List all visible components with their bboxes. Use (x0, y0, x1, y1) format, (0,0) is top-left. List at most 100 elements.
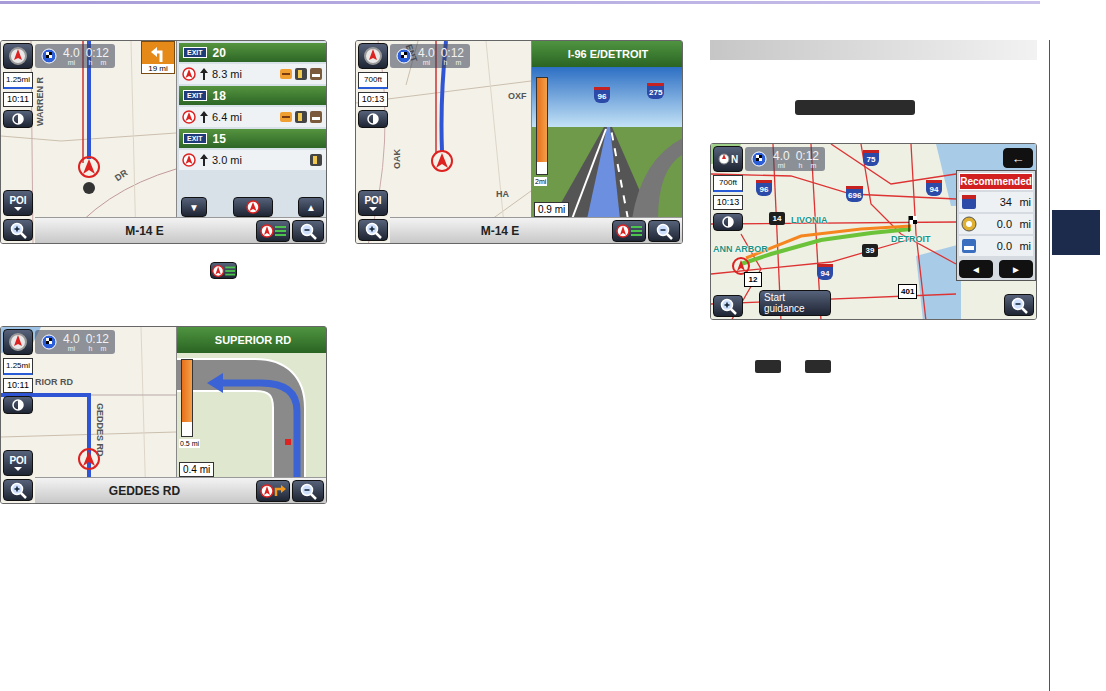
zoom-in-icon (364, 221, 382, 239)
zoom-in-button[interactable] (3, 219, 33, 241)
road-bar: GEDDES RD (35, 477, 326, 503)
exit-nav: ▼▲ (179, 197, 326, 217)
remaining-distance: 0.9 mi (534, 202, 569, 217)
left-controls: 700ft10:13 POI (358, 43, 388, 241)
distance-value: 4.0 (63, 47, 80, 59)
compass-button[interactable] (3, 329, 33, 355)
zoom-out-button[interactable] (1004, 294, 1034, 316)
trip-distance: 4.0mi (63, 333, 80, 352)
distance-unit: mi (778, 162, 785, 169)
turn-left-arrow-icon (150, 44, 166, 62)
previous-route-button[interactable]: ◄ (959, 260, 993, 278)
road-bar: M-14 E (390, 217, 682, 243)
next-route-button[interactable]: ► (999, 260, 1033, 278)
current-road: M-14 E (35, 224, 254, 238)
view-mode-button[interactable] (713, 213, 743, 231)
chapter-tabs (1049, 40, 1105, 691)
left-controls: N700ft10:13 (713, 146, 743, 317)
top-controls: 700ft10:13 (358, 43, 388, 128)
view-mode-button[interactable] (358, 110, 388, 128)
chapter-tab[interactable] (1052, 480, 1100, 525)
scroll-up-button[interactable]: ▲ (298, 197, 324, 217)
start-guidance-button[interactable]: Start guidance (759, 290, 831, 316)
back-glyph: ← (1012, 151, 1025, 166)
route-nav: ◄► (959, 258, 1033, 278)
zoom-out-button[interactable] (292, 220, 324, 242)
next-turn: 19 mi (141, 41, 175, 74)
road-bar: M-14 E (35, 217, 326, 243)
back-button[interactable]: ← (1003, 148, 1033, 168)
exit-distance: 8.3 mi (212, 68, 242, 80)
compass-icon (718, 153, 730, 165)
compass-button[interactable]: N (713, 146, 743, 172)
route-shield: 96 (756, 180, 772, 196)
trip-distance: 4.0mi (63, 47, 80, 66)
zoom-out-button[interactable] (648, 220, 680, 242)
map-label: LIVONIA (791, 215, 828, 226)
zoom-in-button[interactable] (713, 295, 743, 317)
trip-distance: 4.0mi (773, 150, 790, 169)
view-mode-icon (722, 216, 734, 228)
trip-time: 0:12hm (796, 150, 819, 169)
current-position-button[interactable] (233, 197, 273, 217)
exit-header[interactable]: EXIT15 (179, 129, 326, 148)
route-view-button[interactable] (612, 220, 646, 242)
food-icon (279, 110, 293, 124)
straight-arrow-icon (200, 154, 208, 166)
chapter-tab[interactable] (1052, 165, 1100, 210)
exit-badge: EXIT (183, 47, 207, 58)
route-view-button[interactable] (256, 220, 290, 242)
food-icon (279, 67, 293, 81)
current-road: M-14 E (390, 224, 610, 238)
chapter-tab[interactable] (1052, 345, 1100, 390)
scroll-down-button[interactable]: ▼ (181, 197, 207, 217)
zoom-out-button[interactable] (292, 480, 324, 502)
remaining-distance: 0.4 mi (179, 462, 214, 477)
page-body: WARREN RDREXIT208.3 miEXIT186.4 miEXIT15… (0, 4, 1106, 691)
compass-button[interactable] (358, 43, 388, 69)
chapter-tab[interactable] (1052, 120, 1100, 165)
exit-header[interactable]: EXIT20 (179, 43, 326, 62)
route-stat-unit: mi (1015, 240, 1031, 252)
exit-row[interactable]: 6.4 mi (179, 107, 326, 127)
button-illustrations (755, 360, 1037, 373)
middle-column: ENTOXFOAKHAI-96 E/DETROIT2mi0.9 mi962754… (355, 40, 683, 244)
time-units: hm (798, 162, 816, 169)
map-label: ANN ARBOR (713, 244, 768, 255)
junction-title: I-96 E/DETROIT (532, 41, 683, 67)
view-mode-button[interactable] (3, 396, 33, 414)
turn-title: SUPERIOR RD (177, 327, 327, 353)
zoom-in-button[interactable] (358, 219, 388, 241)
left-controls: 1.25mi10:11POI (3, 329, 33, 501)
chapter-tab[interactable] (1052, 570, 1100, 615)
view-mode-button[interactable] (3, 110, 33, 128)
chapter-tab[interactable] (1052, 390, 1100, 435)
chapter-tab[interactable] (1052, 255, 1100, 300)
header-rule (0, 1, 1040, 4)
poi-button[interactable]: POI (3, 450, 33, 476)
exit-row[interactable]: 3.0 mi (179, 150, 326, 170)
chapter-tab[interactable] (1052, 525, 1100, 570)
poi-button[interactable]: POI (3, 190, 33, 216)
trip-info: 4.0mi0:12hm (35, 44, 115, 68)
exit-header[interactable]: EXIT18 (179, 86, 326, 105)
current-road: GEDDES RD (35, 484, 254, 498)
exit-list-icon (211, 262, 236, 280)
top-controls: 1.25mi10:11 (3, 43, 33, 128)
lodging-icon (309, 67, 323, 81)
destination-flag-icon (396, 48, 412, 64)
chapter-tab[interactable] (1052, 300, 1100, 345)
route-view-button[interactable] (256, 480, 290, 502)
map-label: OAK (392, 149, 403, 169)
previous-button-illustration (755, 360, 781, 373)
chapter-tab[interactable] (1052, 435, 1100, 480)
zoom-in-button[interactable] (3, 479, 33, 501)
exit-row[interactable]: 8.3 mi (179, 64, 326, 84)
dropdown-arrow-icon (14, 207, 22, 211)
compass-button[interactable] (3, 43, 33, 69)
poi-button[interactable]: POI (358, 190, 388, 216)
chapter-tab[interactable] (1052, 210, 1100, 255)
exit-services (279, 67, 323, 81)
zoom-out-icon (299, 482, 317, 500)
poi-label: POI (364, 195, 381, 206)
